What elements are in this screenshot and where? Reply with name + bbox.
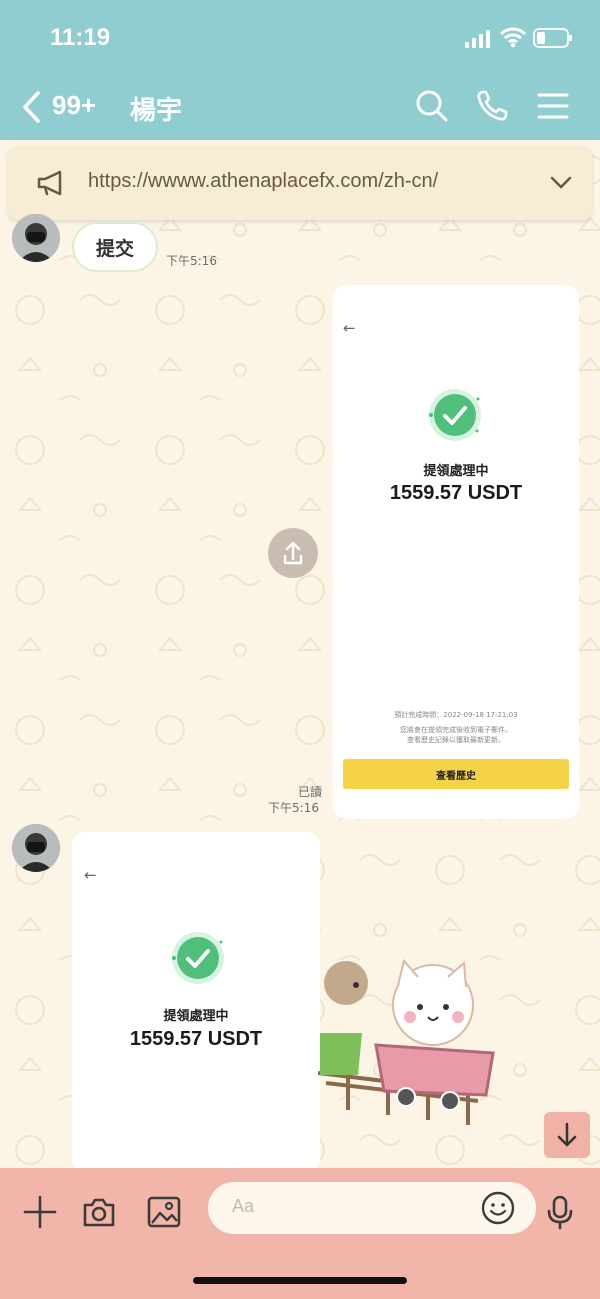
wifi-icon xyxy=(500,27,526,48)
search-icon[interactable] xyxy=(414,88,450,124)
announcement-url[interactable]: https://wwww.athenaplacefx.com/zh-cn/ xyxy=(88,170,438,193)
read-receipt: 已讀 xyxy=(298,785,323,799)
microphone-icon[interactable] xyxy=(542,1194,578,1230)
message-bubble[interactable]: 提交 xyxy=(72,222,159,272)
withdrawal-status: 提領處理中 xyxy=(163,1009,229,1024)
history-note: 查看歷史記錄以獲取最新更新。 xyxy=(407,736,505,744)
withdrawal-amount: 1559.57 USDT xyxy=(129,1028,263,1050)
scroll-down-button[interactable] xyxy=(544,1112,590,1158)
message-input-placeholder: Aa xyxy=(232,1196,255,1216)
unread-count[interactable]: 99+ xyxy=(52,90,96,121)
signal-icon xyxy=(465,30,490,48)
top-bar: 11:19 99+ 楊宇 xyxy=(0,0,600,140)
image-message-withdrawal[interactable]: ← 提領處理中 1559.57 USDT xyxy=(72,832,320,1172)
back-arrow-icon: ← xyxy=(84,866,97,884)
camera-icon[interactable] xyxy=(81,1194,117,1230)
view-history-button: 查看歷史 xyxy=(343,759,569,789)
email-note: 您將會在提領完成後收到電子郵件。 xyxy=(400,726,512,734)
success-check-icon xyxy=(429,389,481,441)
success-check-icon xyxy=(172,932,224,984)
avatar[interactable] xyxy=(12,824,60,872)
avatar[interactable] xyxy=(12,214,60,262)
battery-icon xyxy=(533,28,572,48)
menu-icon[interactable] xyxy=(535,88,571,124)
back-chevron-icon[interactable] xyxy=(20,90,44,124)
cat-cart-sticker[interactable] xyxy=(318,945,518,1145)
phone-icon[interactable] xyxy=(474,88,510,124)
arrow-down-icon xyxy=(557,1122,577,1147)
chevron-down-icon[interactable] xyxy=(548,172,574,192)
status-time: 11:19 xyxy=(50,24,111,51)
megaphone-icon xyxy=(37,170,62,196)
plus-icon[interactable] xyxy=(22,1194,58,1230)
message-time: 下午5:16 xyxy=(166,254,217,268)
eta-text: 預計完成時間：2022-09-18 17:21:03 xyxy=(394,711,518,719)
withdrawal-amount: 1559.57 USDT xyxy=(389,482,523,504)
share-button[interactable] xyxy=(268,528,318,578)
image-icon[interactable] xyxy=(146,1194,182,1230)
image-message-withdrawal[interactable]: ← 提領處理中 1559.57 USDT 預計完成時間：2022-09-18 1… xyxy=(333,285,579,819)
pinned-announcement[interactable]: https://wwww.athenaplacefx.com/zh-cn/ xyxy=(8,146,592,220)
avatar-photo xyxy=(12,824,60,872)
message-input[interactable]: Aa xyxy=(208,1182,536,1234)
withdrawal-status: 提領處理中 xyxy=(423,464,489,479)
home-indicator xyxy=(193,1277,407,1284)
emoji-icon[interactable] xyxy=(480,1190,516,1226)
share-icon xyxy=(283,541,303,565)
back-arrow-icon: ← xyxy=(343,319,356,337)
avatar-photo xyxy=(12,214,60,262)
contact-name: 楊宇 xyxy=(130,96,183,126)
message-time: 下午5:16 xyxy=(268,801,319,815)
